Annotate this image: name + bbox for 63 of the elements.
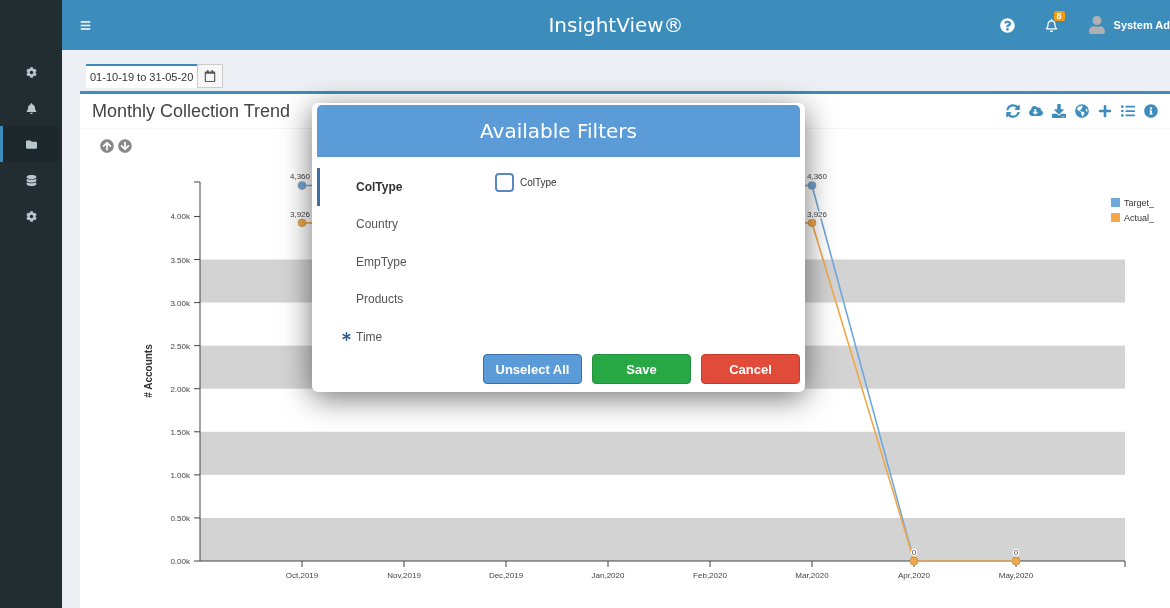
danger-button[interactable]: Cancel: [701, 354, 800, 384]
data-point: [807, 181, 817, 190]
app-title: InsightView®: [548, 13, 684, 37]
y-tick-label: 1.00k: [170, 470, 190, 480]
y-tick-label: 3.50k: [170, 255, 190, 265]
y-tick-label: 0.50k: [170, 513, 190, 523]
data-point: [297, 218, 307, 228]
user-name[interactable]: System Ad: [1113, 19, 1170, 31]
refresh-icon[interactable]: [1006, 104, 1020, 118]
card-title: Monthly Collection Trend: [92, 100, 291, 122]
x-tick-label: May,2020: [998, 571, 1034, 580]
sidebar-item[interactable]: [0, 126, 59, 162]
calendar-icon: [204, 70, 217, 82]
help-icon[interactable]: [999, 17, 1015, 33]
data-label: 4,360: [289, 172, 310, 182]
checkbox-label: ColType: [520, 177, 557, 188]
bell-icon[interactable]: [1044, 18, 1058, 32]
info-icon[interactable]: [1144, 104, 1158, 118]
filter-item[interactable]: Country: [317, 205, 470, 243]
data-label: 0: [1013, 548, 1019, 557]
x-tick-label: Dec,2019: [488, 571, 524, 580]
gear-icon: [25, 210, 37, 222]
cloud-download-icon[interactable]: [1029, 104, 1043, 118]
filter-item[interactable]: Time: [317, 318, 470, 356]
y-tick-label: 2.00k: [170, 384, 190, 394]
data-point: [297, 181, 307, 190]
y-tick-label: 1.50k: [170, 427, 190, 437]
date-range-field[interactable]: 01-10-19 to 31-05-20: [86, 64, 198, 88]
x-tick-label: Jan,2020: [591, 571, 625, 580]
plus-icon[interactable]: [1098, 104, 1112, 118]
x-tick-label: Oct,2019: [285, 571, 319, 580]
notification-badge: 8: [1053, 10, 1065, 21]
calendar-button[interactable]: [197, 64, 224, 88]
arrow-up-icon[interactable]: [100, 139, 114, 153]
legend-label: Actual_: [1124, 213, 1155, 223]
x-tick-label: Feb,2020: [693, 571, 727, 580]
filter-item[interactable]: Products: [317, 280, 470, 318]
y-tick-label: 4.00k: [170, 212, 190, 222]
gear-icon: [25, 66, 37, 78]
y-tick-label: 0.00k: [170, 557, 190, 566]
folder-icon: [25, 138, 37, 150]
filter-item[interactable]: EmpType: [317, 243, 470, 281]
bell-icon: [25, 102, 37, 114]
legend-label: Target_: [1124, 198, 1155, 208]
y-tick-label: 2.50k: [170, 341, 190, 351]
y-tick-label: 3.00k: [170, 298, 190, 308]
menu-icon[interactable]: [80, 19, 91, 31]
data-label: 0: [911, 548, 917, 557]
data-point: [807, 218, 817, 228]
dialog-title: Available Filters: [317, 105, 800, 157]
list-icon[interactable]: [1121, 104, 1135, 118]
database-icon: [25, 174, 37, 186]
filter-item[interactable]: ColType: [317, 168, 470, 206]
data-label: 3,926: [289, 209, 310, 219]
x-tick-label: Nov,2019: [387, 571, 421, 580]
x-tick-label: Mar,2020: [795, 571, 829, 580]
arrow-down-icon[interactable]: [118, 139, 132, 153]
download-icon[interactable]: [1052, 104, 1066, 118]
globe-icon[interactable]: [1075, 104, 1089, 118]
checkbox[interactable]: [495, 173, 514, 192]
data-label: 4,360: [807, 172, 828, 182]
x-tick-label: Apr,2020: [898, 571, 930, 580]
y-axis-title: # Accounts: [143, 344, 154, 398]
